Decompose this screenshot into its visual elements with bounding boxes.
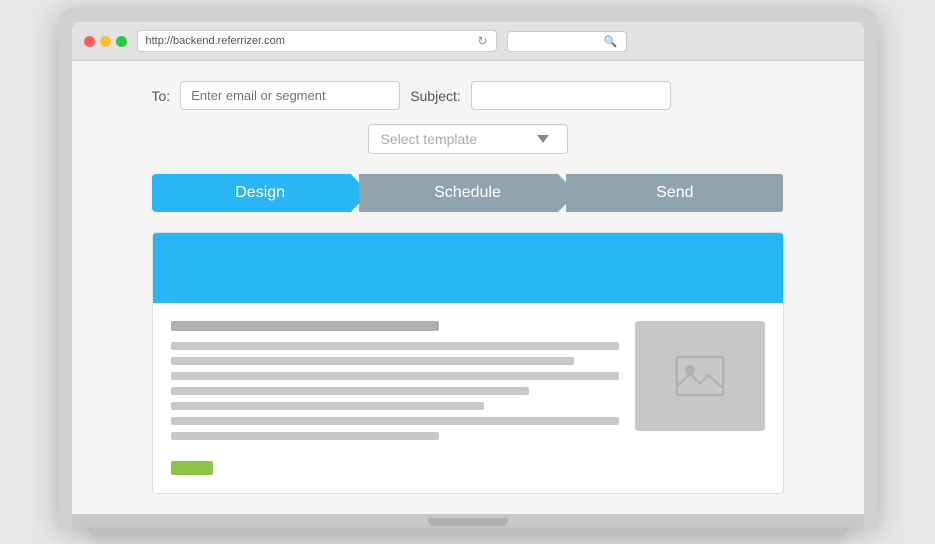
refresh-icon[interactable]: ↻ xyxy=(477,34,487,48)
text-line-4 xyxy=(171,387,529,395)
laptop-notch xyxy=(428,518,508,526)
image-placeholder xyxy=(635,321,765,431)
laptop-foot xyxy=(88,528,848,536)
template-row: Select template xyxy=(152,124,784,154)
traffic-lights xyxy=(84,36,127,47)
browser-search-bar[interactable]: 🔍 xyxy=(507,31,627,52)
step-send-label: Send xyxy=(656,184,693,201)
email-form: To: Subject: xyxy=(152,81,784,110)
step-send[interactable]: Send xyxy=(566,174,783,212)
url-text: http://backend.referrizer.com xyxy=(146,35,285,47)
minimize-button[interactable] xyxy=(100,36,111,47)
text-line-3 xyxy=(171,372,619,380)
search-icon: 🔍 xyxy=(604,35,618,48)
template-select-dropdown[interactable]: Select template xyxy=(368,124,568,154)
laptop-container: http://backend.referrizer.com ↻ 🔍 To: Su… xyxy=(38,8,898,536)
email-image-column xyxy=(635,321,765,475)
subject-input[interactable] xyxy=(471,81,671,110)
laptop-body: http://backend.referrizer.com ↻ 🔍 To: Su… xyxy=(58,8,878,528)
text-line-6 xyxy=(171,417,619,425)
email-preview xyxy=(152,232,784,494)
subject-label: Subject: xyxy=(410,88,461,104)
text-line-1 xyxy=(171,342,619,350)
to-label: To: xyxy=(152,88,171,104)
maximize-button[interactable] xyxy=(116,36,127,47)
text-line-title xyxy=(171,321,440,331)
email-header-band xyxy=(153,233,783,303)
laptop-base xyxy=(72,514,864,528)
dropdown-arrow-icon xyxy=(537,135,549,143)
text-line-7 xyxy=(171,432,440,440)
step-design[interactable]: Design xyxy=(152,174,369,212)
image-icon xyxy=(675,351,725,401)
page-content: To: Subject: Select template Design xyxy=(72,61,864,514)
text-line-5 xyxy=(171,402,485,410)
step-design-label: Design xyxy=(235,184,285,201)
green-tag xyxy=(171,461,213,475)
laptop-screen: http://backend.referrizer.com ↻ 🔍 To: Su… xyxy=(72,22,864,514)
steps-row: Design Schedule Send xyxy=(152,174,784,212)
email-body xyxy=(153,303,783,493)
url-bar[interactable]: http://backend.referrizer.com ↻ xyxy=(137,30,497,52)
text-line-2 xyxy=(171,357,574,365)
email-text-column xyxy=(171,321,619,475)
to-input[interactable] xyxy=(180,81,400,110)
step-schedule-label: Schedule xyxy=(434,184,501,201)
browser-bar: http://backend.referrizer.com ↻ 🔍 xyxy=(72,22,864,61)
step-schedule[interactable]: Schedule xyxy=(359,174,576,212)
template-select-label: Select template xyxy=(381,131,478,147)
close-button[interactable] xyxy=(84,36,95,47)
